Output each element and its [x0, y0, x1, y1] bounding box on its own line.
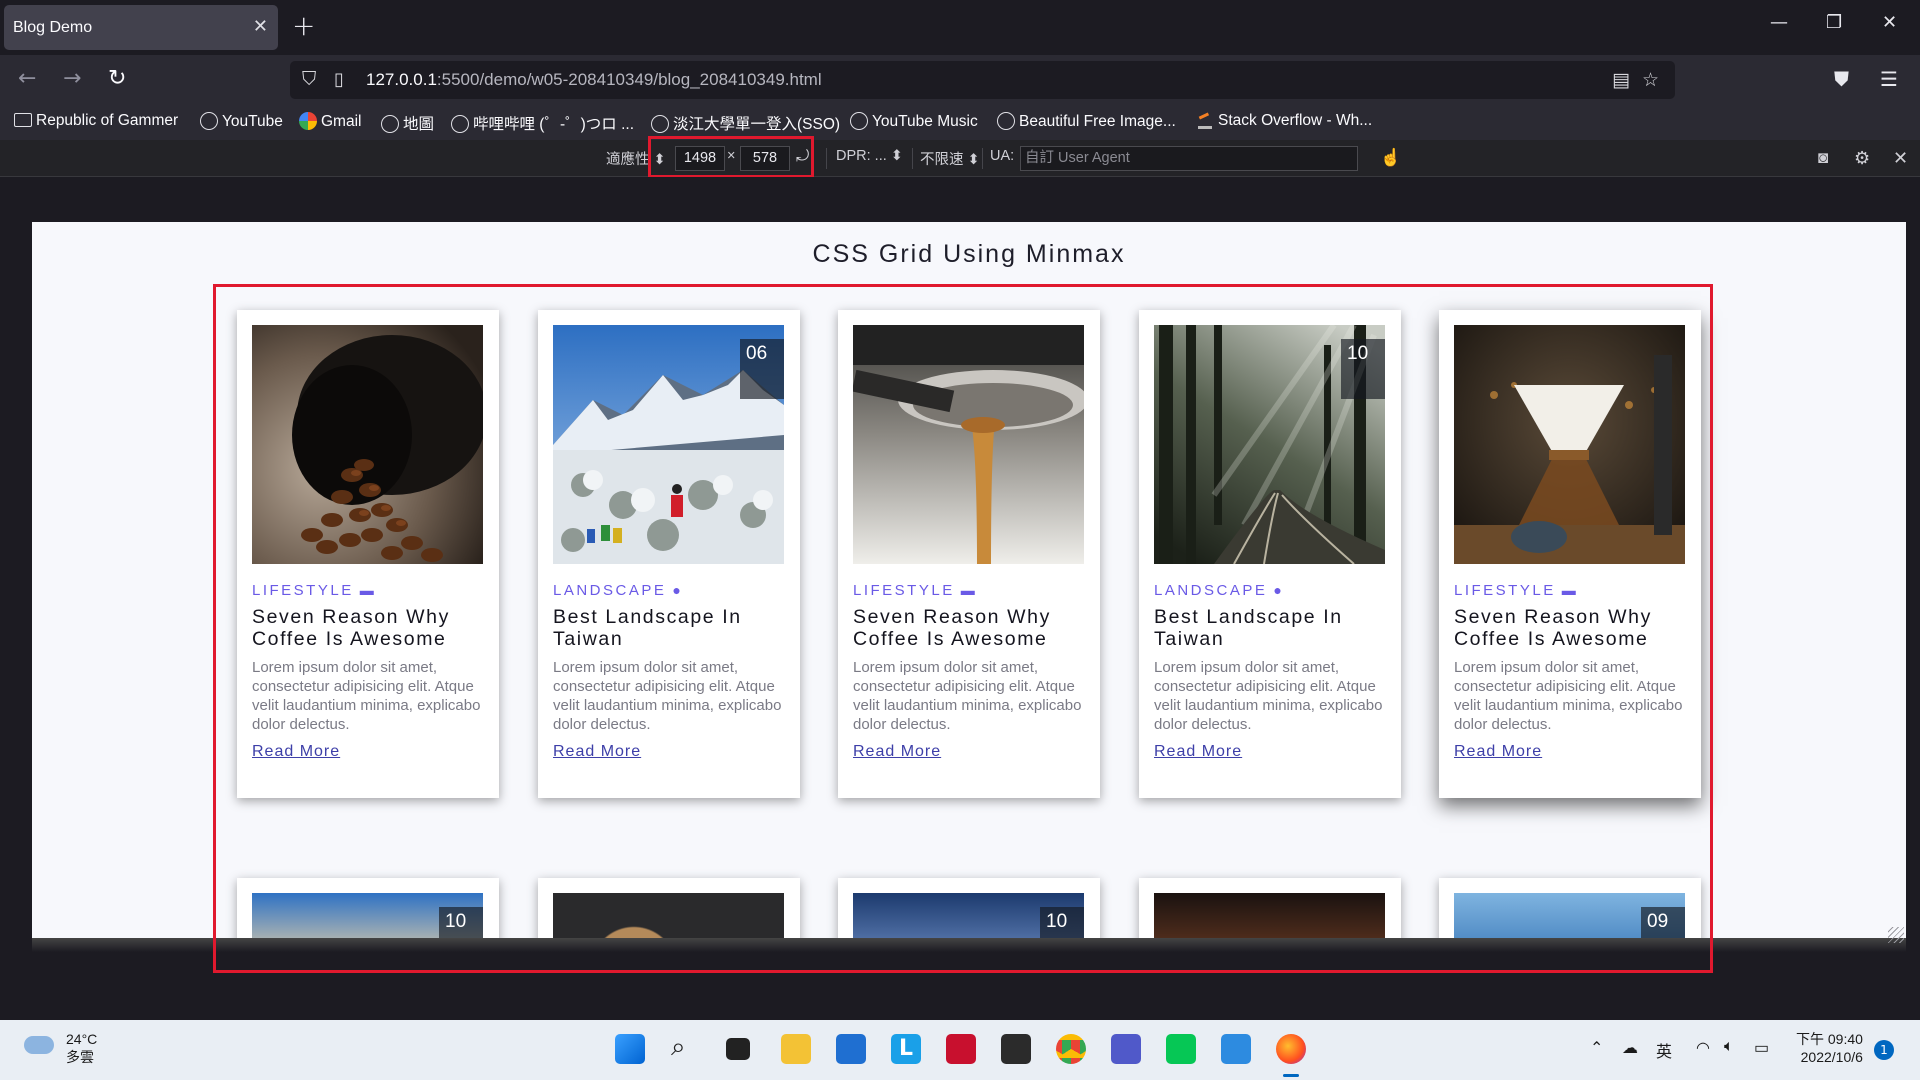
file-explorer-icon[interactable]: [781, 1034, 811, 1064]
url-path: :5500/demo/w05-208410349/blog_208410349.…: [436, 70, 822, 89]
back-arrow-icon[interactable]: ←: [18, 66, 36, 91]
restore-icon[interactable]: ❐: [1826, 12, 1842, 33]
divider: [912, 148, 913, 169]
viewport-resize-handle[interactable]: [1888, 927, 1904, 943]
volume-icon[interactable]: 🔈︎: [1724, 1038, 1734, 1056]
throttle-selector[interactable]: 不限速 ⬍: [920, 148, 980, 169]
settings-gear-icon[interactable]: ⚙: [1854, 148, 1870, 169]
battery-icon[interactable]: ▭: [1754, 1038, 1769, 1058]
start-icon[interactable]: [615, 1034, 645, 1064]
tab-title: Blog Demo: [13, 19, 93, 36]
bookmark-stack-overflow[interactable]: Stack Overflow - Wh...: [1198, 112, 1372, 130]
tab-close-icon[interactable]: ✕: [253, 16, 268, 37]
bookmark-republic-of-gammer[interactable]: Republic of Gammer: [14, 112, 178, 130]
tab-blog-demo[interactable]: Blog Demo ✕: [4, 5, 278, 50]
menu-icon[interactable]: ☰: [1880, 67, 1898, 91]
bookmark-star-icon[interactable]: ☆: [1642, 69, 1659, 91]
touch-simulation-icon[interactable]: ☝: [1380, 148, 1401, 168]
shield-icon[interactable]: ⛉: [302, 68, 316, 90]
bookmark-bilibili[interactable]: 哔哩哔哩 (゜-゜)つロ ...: [451, 112, 634, 134]
url-bar[interactable]: ⛉ ▯ 127.0.0.1:5500/demo/w05-208410349/bl…: [290, 61, 1675, 99]
active-app-indicator: [1283, 1074, 1299, 1077]
folder-icon: [14, 113, 32, 127]
chevron-up-icon[interactable]: ⌃: [1590, 1038, 1603, 1058]
divider: [982, 148, 983, 169]
new-tab-button[interactable]: +: [292, 10, 315, 42]
globe-icon: [381, 115, 399, 133]
responsive-design-toolbar: 適應性 ⬍ 1498 × 578 ⤾ DPR: ... ⬍ 不限速 ⬍ UA: …: [0, 140, 1920, 177]
globe-icon: [997, 112, 1015, 130]
close-window-icon[interactable]: ✕: [1882, 12, 1897, 33]
google-icon: [299, 112, 317, 130]
ime-indicator[interactable]: 英: [1656, 1038, 1672, 1062]
mcafee-icon[interactable]: [946, 1034, 976, 1064]
cloud-icon[interactable]: [24, 1036, 54, 1054]
task-view-icon[interactable]: [726, 1038, 750, 1060]
bookmark-gmail[interactable]: Gmail: [299, 112, 361, 131]
highlight-box-dimensions: [648, 136, 814, 178]
url-text[interactable]: 127.0.0.1:5500/demo/w05-208410349/blog_2…: [366, 70, 822, 90]
bookmark-youtube-music[interactable]: YouTube Music: [850, 112, 978, 131]
url-host: 127.0.0.1: [366, 70, 437, 89]
date: 2022/10/6: [1800, 1049, 1863, 1065]
bookmark-tku-sso[interactable]: 淡江大學單一登入(SSO): [651, 112, 840, 134]
bookmarks-bar: Republic of Gammer YouTube Gmail 地圖 哔哩哔哩…: [0, 105, 1920, 140]
firefox-icon[interactable]: [1276, 1034, 1306, 1064]
dpr-selector[interactable]: DPR: ... ⬍: [836, 148, 903, 164]
close-rdm-icon[interactable]: ✕: [1893, 148, 1908, 169]
globe-icon: [651, 115, 669, 133]
bookmark-maps[interactable]: 地圖: [381, 112, 434, 134]
temperature: 24°C: [66, 1031, 98, 1047]
forward-arrow-icon[interactable]: →: [63, 66, 81, 91]
globe-icon: [850, 112, 868, 130]
screenshot-icon[interactable]: ◙: [1818, 148, 1828, 168]
page-info-icon[interactable]: ▯: [334, 69, 344, 90]
highlight-box-grid: [213, 284, 1713, 973]
ua-label: UA:: [990, 148, 1015, 164]
store-icon[interactable]: [836, 1034, 866, 1064]
clock[interactable]: 下午 09:40 2022/10/6: [1796, 1030, 1863, 1066]
wifi-icon[interactable]: ◠: [1696, 1038, 1710, 1058]
vscode-icon[interactable]: [1221, 1034, 1251, 1064]
pocket-icon[interactable]: ⛊: [1834, 67, 1849, 91]
reload-icon[interactable]: ↻: [108, 66, 126, 91]
minimize-icon[interactable]: —: [1770, 12, 1788, 33]
stack-overflow-icon: [1198, 113, 1212, 129]
l-app-icon[interactable]: L: [891, 1034, 921, 1064]
github-icon[interactable]: [1001, 1034, 1031, 1064]
teams-icon[interactable]: [1111, 1034, 1141, 1064]
reader-view-icon[interactable]: ▤: [1612, 69, 1630, 91]
bookmark-youtube[interactable]: YouTube: [200, 112, 283, 131]
globe-icon: [451, 115, 469, 133]
chrome-icon[interactable]: [1056, 1034, 1086, 1064]
search-icon[interactable]: ⌕: [671, 1032, 686, 1063]
tab-bar: Blog Demo ✕ + — ❐ ✕: [0, 0, 1920, 55]
windows-taskbar: 24°C 多雲 ⌕ L ⌃ ☁ 英 ◠ 🔈︎ ▭ 下午 09:40 2022/1…: [0, 1020, 1920, 1080]
user-agent-input[interactable]: 自訂 User Agent: [1020, 146, 1358, 171]
divider: [826, 148, 827, 169]
line-icon[interactable]: [1166, 1034, 1196, 1064]
navigation-bar: ← → ↻ ⛉ ▯ 127.0.0.1:5500/demo/w05-208410…: [0, 55, 1920, 105]
onedrive-icon[interactable]: ☁: [1622, 1038, 1638, 1058]
globe-icon: [200, 112, 218, 130]
bookmark-free-images[interactable]: Beautiful Free Image...: [997, 112, 1176, 131]
weather-condition: 多雲: [66, 1049, 94, 1065]
notification-badge[interactable]: 1: [1874, 1040, 1894, 1060]
page-title: CSS Grid Using Minmax: [812, 240, 1126, 268]
weather-widget[interactable]: 24°C 多雲: [66, 1030, 97, 1066]
time: 下午 09:40: [1796, 1031, 1863, 1047]
